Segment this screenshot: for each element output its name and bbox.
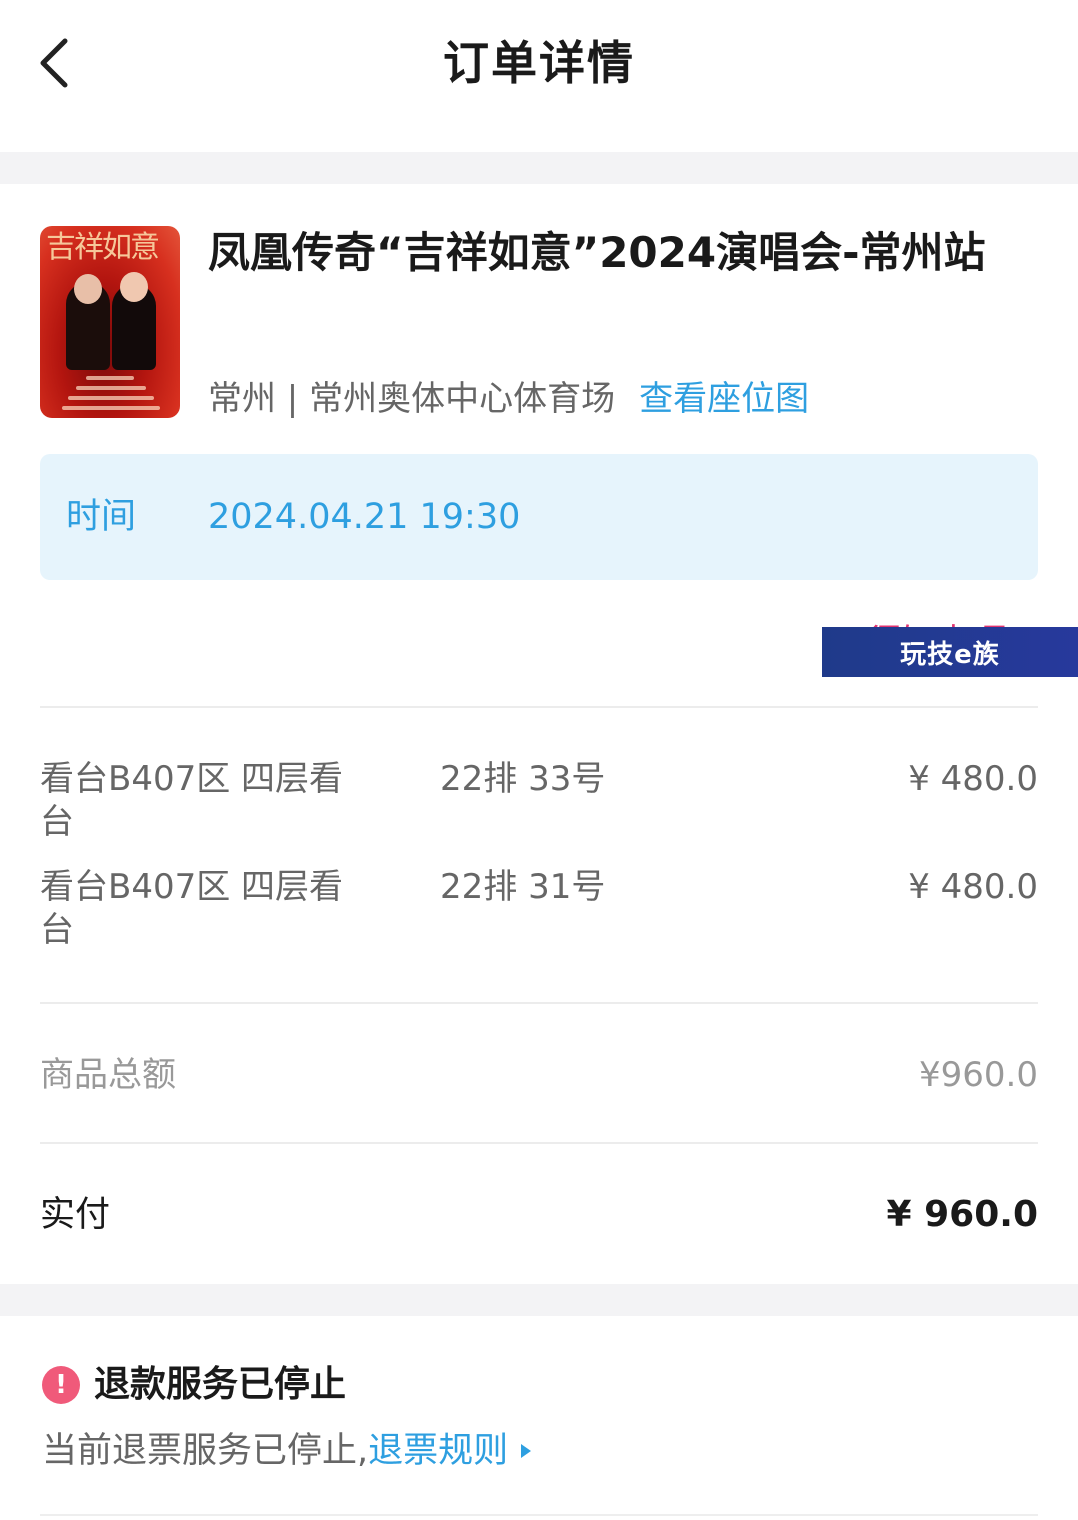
ticket-area: 看台B407区 四层看台 bbox=[40, 867, 344, 950]
ticket-seat: 22排 33号 bbox=[440, 759, 606, 799]
divider bbox=[40, 706, 1038, 708]
section-separator bbox=[0, 152, 1078, 184]
divider bbox=[40, 1142, 1038, 1144]
ticket-area: 看台B407区 四层看台 bbox=[40, 759, 344, 842]
exclamation-icon: ! bbox=[42, 1366, 80, 1404]
poster-figure-head bbox=[120, 272, 148, 302]
refund-section: ! 退款服务已停止 当前退票服务已停止, 退票规则 bbox=[0, 1316, 1078, 1520]
event-title: 凤凰传奇“吉祥如意”2024演唱会-常州站 bbox=[208, 228, 986, 277]
time-value: 2024.04.21 19:30 bbox=[208, 497, 521, 537]
venue-line: 常州 | 常州奥体中心体育场 查看座位图 bbox=[208, 374, 809, 424]
divider bbox=[40, 1002, 1038, 1004]
seat-map-link[interactable]: 查看座位图 bbox=[639, 379, 809, 419]
divider bbox=[40, 1514, 1038, 1516]
paid-value: ¥ 960.0 bbox=[886, 1194, 1038, 1235]
poster-figure-head bbox=[74, 274, 102, 304]
goods-total-label: 商品总额 bbox=[40, 1055, 176, 1095]
event-poster[interactable]: 吉祥如意 bbox=[40, 226, 180, 418]
triangle-right-icon bbox=[520, 1443, 532, 1459]
poster-text-line bbox=[76, 386, 146, 390]
poster-text-line bbox=[62, 406, 160, 410]
time-label: 时间 bbox=[66, 497, 137, 537]
ticket-row: 看台B407区 四层看台 22排 33号 ¥ 480.0 bbox=[40, 758, 1038, 858]
poster-title: 吉祥如意 bbox=[46, 230, 160, 265]
ticket-price: ¥ 480.0 bbox=[908, 759, 1038, 799]
ticket-seat: 22排 31号 bbox=[440, 867, 606, 907]
nav-bar: 订单详情 bbox=[0, 0, 1078, 152]
poster-text-line bbox=[86, 376, 134, 380]
watermark-logo: 玩技e族 bbox=[822, 627, 1078, 677]
order-card: 吉祥如意 凤凰传奇“吉祥如意”2024演唱会-常州站 常州 | 常州奥体中心体育… bbox=[0, 184, 1078, 1284]
refund-rules-link[interactable]: 退票规则 bbox=[368, 1426, 508, 1476]
refund-desc: 当前退票服务已停止, 退票规则 bbox=[42, 1426, 532, 1476]
page-title: 订单详情 bbox=[443, 36, 635, 90]
paid-label: 实付 bbox=[40, 1195, 111, 1235]
section-separator bbox=[0, 1284, 1078, 1316]
ticket-price: ¥ 480.0 bbox=[908, 867, 1038, 907]
venue-text: 常州 | 常州奥体中心体育场 bbox=[208, 379, 616, 419]
refund-header: ! 退款服务已停止 bbox=[42, 1360, 346, 1410]
time-box: 时间 2024.04.21 19:30 bbox=[40, 454, 1038, 580]
ticket-row: 看台B407区 四层看台 22排 31号 ¥ 480.0 bbox=[40, 866, 1038, 966]
refund-title: 退款服务已停止 bbox=[94, 1364, 347, 1405]
refund-desc-text: 当前退票服务已停止, bbox=[42, 1431, 369, 1471]
poster-text-line bbox=[68, 396, 154, 400]
goods-total-value: ¥960.0 bbox=[919, 1055, 1038, 1095]
